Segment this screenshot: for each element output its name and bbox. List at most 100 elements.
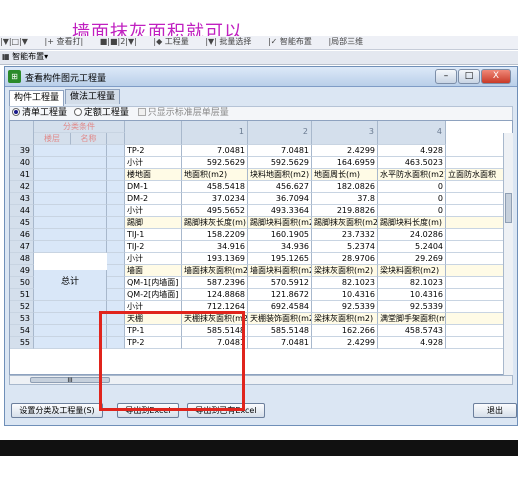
table-cell[interactable]: 28.9706 bbox=[312, 253, 378, 265]
table-cell[interactable] bbox=[446, 217, 508, 229]
table-cell[interactable]: 梁抹灰面积(m2) bbox=[312, 265, 378, 277]
row-number[interactable]: 47 bbox=[10, 241, 34, 253]
table-cell[interactable]: 193.1369 bbox=[182, 253, 248, 265]
table-cell[interactable]: 82.1023 bbox=[312, 277, 378, 289]
table-cell[interactable]: 124.8868 bbox=[182, 289, 248, 301]
table-cell[interactable]: 梁块料面积(m2) bbox=[378, 265, 446, 277]
table-cell[interactable]: 592.5629 bbox=[182, 157, 248, 169]
table-cell[interactable]: 2.4299 bbox=[312, 337, 378, 349]
row-number[interactable]: 50 bbox=[10, 277, 34, 289]
background-toolbar-item[interactable]: |局部三维 bbox=[328, 36, 363, 47]
table-cell[interactable]: 692.4584 bbox=[248, 301, 312, 313]
table-cell[interactable]: 195.1265 bbox=[248, 253, 312, 265]
table-cell[interactable]: TP-2 bbox=[125, 145, 182, 157]
table-cell[interactable]: 36.7094 bbox=[248, 193, 312, 205]
table-cell[interactable]: 458.5743 bbox=[378, 325, 446, 337]
table-cell[interactable] bbox=[446, 277, 508, 289]
background-toolbar-item[interactable]: |✓ 智能布置 bbox=[268, 36, 312, 47]
table-cell[interactable]: QM-2[内墙面] bbox=[125, 289, 182, 301]
tab-method-quantity[interactable]: 做法工程量 bbox=[65, 89, 121, 104]
table-cell[interactable]: 块料地面积(m2) bbox=[248, 169, 312, 181]
table-cell[interactable]: 水平防水面积(m2) bbox=[378, 169, 446, 181]
row-number[interactable]: 52 bbox=[10, 301, 34, 313]
column-header[interactable]: 4 bbox=[378, 121, 446, 145]
row-number[interactable]: 40 bbox=[10, 157, 34, 169]
show-standard-floor-checkbox[interactable] bbox=[137, 108, 146, 116]
table-cell[interactable] bbox=[446, 325, 508, 337]
horizontal-scroll-thumb[interactable]: III bbox=[30, 377, 110, 384]
maximize-button[interactable]: □ bbox=[458, 69, 480, 84]
table-cell[interactable]: 34.916 bbox=[182, 241, 248, 253]
row-number[interactable]: 54 bbox=[10, 325, 34, 337]
table-cell[interactable]: 梁抹灰面积(m2) bbox=[312, 313, 378, 325]
table-cell[interactable]: DM-1 bbox=[125, 181, 182, 193]
table-cell[interactable] bbox=[446, 265, 508, 277]
table-cell[interactable]: 小计 bbox=[125, 205, 182, 217]
table-cell[interactable]: 0 bbox=[378, 181, 446, 193]
row-number[interactable]: 42 bbox=[10, 181, 34, 193]
table-cell[interactable]: 地面周长(m) bbox=[312, 169, 378, 181]
table-cell[interactable]: 121.8672 bbox=[248, 289, 312, 301]
smart-layout-menu[interactable]: 智能布置▾ bbox=[12, 52, 48, 61]
column-header[interactable]: 2 bbox=[248, 121, 312, 145]
table-cell[interactable]: 5.2404 bbox=[378, 241, 446, 253]
table-cell[interactable]: 踢脚 bbox=[125, 217, 182, 229]
table-cell[interactable]: 满堂脚手架面积(m2) bbox=[378, 313, 446, 325]
table-cell[interactable]: 585.5148 bbox=[248, 325, 312, 337]
table-cell[interactable]: 10.4316 bbox=[378, 289, 446, 301]
table-cell[interactable]: 踢脚块料面积(m2) bbox=[248, 217, 312, 229]
background-toolbar-item[interactable]: |▼| 批量选择 bbox=[205, 36, 251, 47]
row-number[interactable]: 48 bbox=[10, 253, 34, 265]
table-cell[interactable]: 立面防水面积 bbox=[446, 169, 508, 181]
table-cell[interactable]: 29.269 bbox=[378, 253, 446, 265]
table-cell[interactable]: QM-1[内墙面] bbox=[125, 277, 182, 289]
table-cell[interactable]: 570.5912 bbox=[248, 277, 312, 289]
table-cell[interactable]: 463.5023 bbox=[378, 157, 446, 169]
table-cell[interactable]: 天棚装饰面积(m2) bbox=[248, 313, 312, 325]
table-cell[interactable]: 458.5418 bbox=[182, 181, 248, 193]
table-cell[interactable]: 0 bbox=[378, 205, 446, 217]
set-category-button[interactable]: 设置分类及工程量(S) bbox=[11, 403, 103, 418]
table-cell[interactable]: 楼地面 bbox=[125, 169, 182, 181]
table-cell[interactable]: 456.627 bbox=[248, 181, 312, 193]
list-quantity-radio[interactable] bbox=[12, 108, 20, 116]
table-cell[interactable]: 493.3364 bbox=[248, 205, 312, 217]
table-cell[interactable]: DM-2 bbox=[125, 193, 182, 205]
row-number[interactable]: 53 bbox=[10, 313, 34, 325]
table-cell[interactable]: 7.0481 bbox=[248, 145, 312, 157]
table-cell[interactable]: 踢脚抹灰长度(m) bbox=[182, 217, 248, 229]
table-cell[interactable]: 2.4299 bbox=[312, 145, 378, 157]
table-cell[interactable]: 24.0286 bbox=[378, 229, 446, 241]
table-cell[interactable] bbox=[446, 241, 508, 253]
row-number[interactable]: 49 bbox=[10, 265, 34, 277]
table-cell[interactable]: 23.7332 bbox=[312, 229, 378, 241]
table-cell[interactable]: 7.0481 bbox=[248, 337, 312, 349]
table-cell[interactable]: 5.2374 bbox=[312, 241, 378, 253]
table-cell[interactable] bbox=[446, 193, 508, 205]
table-cell[interactable] bbox=[446, 145, 508, 157]
table-cell[interactable]: 4.928 bbox=[378, 145, 446, 157]
row-number[interactable]: 39 bbox=[10, 145, 34, 157]
table-cell[interactable] bbox=[446, 337, 508, 349]
row-number[interactable]: 41 bbox=[10, 169, 34, 181]
row-number[interactable]: 55 bbox=[10, 337, 34, 349]
table-cell[interactable]: 158.2209 bbox=[182, 229, 248, 241]
table-cell[interactable]: 92.5339 bbox=[312, 301, 378, 313]
table-cell[interactable]: 162.266 bbox=[312, 325, 378, 337]
table-cell[interactable] bbox=[446, 229, 508, 241]
table-cell[interactable]: 墙面块料面积(m2) bbox=[248, 265, 312, 277]
table-cell[interactable]: 7.0481 bbox=[182, 145, 248, 157]
table-cell[interactable]: 踢脚抹灰面积(m2) bbox=[312, 217, 378, 229]
row-number[interactable]: 43 bbox=[10, 193, 34, 205]
column-header[interactable]: 3 bbox=[312, 121, 378, 145]
minimize-button[interactable]: – bbox=[435, 69, 457, 84]
table-cell[interactable] bbox=[446, 289, 508, 301]
quota-quantity-radio[interactable] bbox=[73, 108, 82, 116]
row-number[interactable]: 45 bbox=[10, 217, 34, 229]
table-cell[interactable] bbox=[446, 253, 508, 265]
table-cell[interactable]: 地面积(m2) bbox=[182, 169, 248, 181]
table-cell[interactable]: 587.2396 bbox=[182, 277, 248, 289]
table-cell[interactable]: 164.6959 bbox=[312, 157, 378, 169]
table-cell[interactable]: 592.5629 bbox=[248, 157, 312, 169]
table-cell[interactable]: TIJ-2 bbox=[125, 241, 182, 253]
